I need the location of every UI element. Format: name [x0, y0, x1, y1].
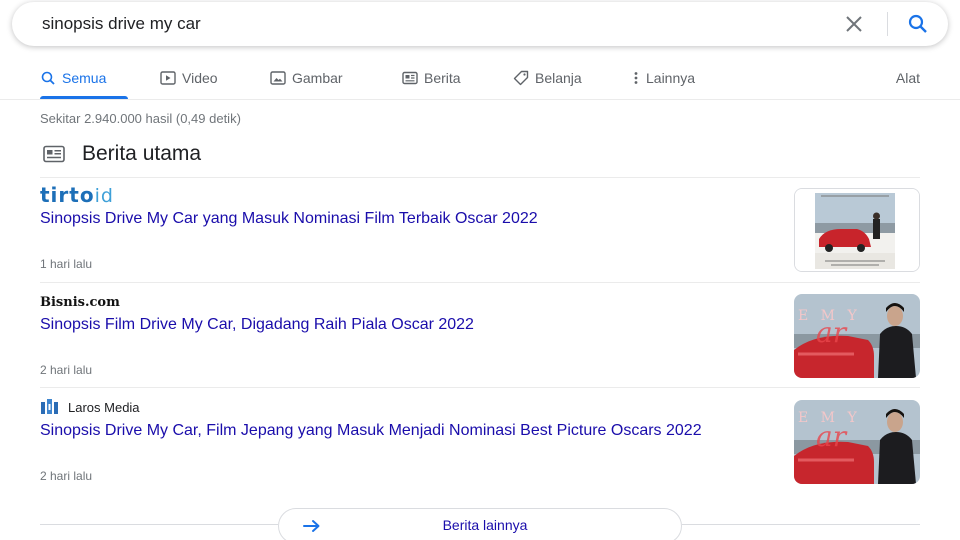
tab-label: Semua — [62, 70, 107, 86]
logo-suffix: id — [94, 185, 114, 207]
tab-images[interactable]: Gambar — [270, 66, 343, 98]
news-headline[interactable]: Sinopsis Drive My Car yang Masuk Nominas… — [40, 209, 740, 228]
tab-label: Video — [182, 70, 218, 86]
tab-shopping[interactable]: Belanja — [513, 66, 582, 98]
bisnis-logo: Bisnis.com — [40, 294, 120, 310]
close-icon — [846, 16, 862, 32]
tirto-logo: tirtoid — [40, 183, 114, 207]
more-news-label: Berita lainnya — [442, 517, 528, 533]
tab-label: Gambar — [292, 70, 343, 86]
top-stories-header: Berita utama — [40, 142, 201, 166]
more-news-button[interactable]: Berita lainnya — [278, 508, 682, 540]
tab-label: Lainnya — [646, 70, 696, 86]
tools-button[interactable]: Alat — [896, 70, 920, 86]
search-icon — [908, 14, 927, 33]
news-headline[interactable]: Sinopsis Drive My Car, Film Jepang yang … — [40, 421, 740, 440]
poster-thumbnail: E M Y ar — [794, 294, 920, 378]
divider — [40, 177, 920, 178]
tab-all[interactable]: Semua — [40, 66, 106, 98]
divider — [40, 282, 920, 283]
image-icon — [270, 70, 286, 86]
divider — [682, 524, 920, 525]
news-icon — [402, 70, 418, 86]
source-name: Laros Media — [68, 399, 140, 415]
news-thumbnail[interactable]: E M Y ar — [794, 294, 920, 378]
tag-icon — [513, 70, 529, 86]
news-thumbnail[interactable]: E M Y ar — [794, 400, 920, 484]
search-divider — [887, 12, 888, 36]
svg-text:ar: ar — [816, 420, 848, 453]
news-item[interactable]: tirtoid Sinopsis Drive My Car yang Masuk… — [40, 183, 920, 285]
svg-text:ar: ar — [816, 316, 848, 349]
search-button[interactable] — [902, 10, 934, 38]
tab-more[interactable]: Lainnya — [632, 66, 695, 98]
search-input[interactable] — [42, 12, 802, 36]
tabs-divider — [0, 99, 960, 100]
poster-thumbnail: E M Y ar — [794, 400, 920, 484]
search-icon — [40, 70, 56, 86]
more-news-row: Berita lainnya — [40, 506, 920, 540]
tab-label: Berita — [424, 70, 461, 86]
poster-thumbnail — [795, 189, 919, 271]
news-time: 2 hari lalu — [40, 363, 93, 377]
result-stats: Sekitar 2.940.000 hasil (0,49 detik) — [40, 111, 241, 126]
news-item[interactable]: Laros Media Sinopsis Drive My Car, Film … — [40, 396, 920, 496]
divider — [40, 524, 278, 525]
section-title: Berita utama — [82, 142, 202, 165]
tab-label: Belanja — [535, 70, 582, 86]
news-icon — [40, 142, 68, 166]
news-source: Bisnis.com — [40, 292, 120, 312]
news-thumbnail[interactable] — [794, 188, 920, 272]
more-vert-icon — [632, 70, 640, 86]
video-icon — [160, 70, 176, 86]
tab-news[interactable]: Berita — [402, 66, 461, 98]
news-time: 2 hari lalu — [40, 469, 93, 483]
news-time: 1 hari lalu — [40, 257, 93, 271]
news-source: Laros Media — [40, 397, 140, 417]
search-bar — [12, 2, 948, 46]
clear-search-button[interactable] — [840, 12, 868, 36]
tab-video[interactable]: Video — [160, 66, 218, 98]
news-headline[interactable]: Sinopsis Film Drive My Car, Digadang Rai… — [40, 315, 740, 334]
news-source: tirtoid — [40, 183, 114, 207]
divider — [40, 387, 920, 388]
logo-text: tirto — [40, 183, 95, 207]
news-item[interactable]: Bisnis.com Sinopsis Film Drive My Car, D… — [40, 290, 920, 390]
laros-media-logo-icon — [41, 399, 58, 414]
search-tabs: Semua Video Gambar Berita Belanja Lainny… — [40, 66, 920, 100]
